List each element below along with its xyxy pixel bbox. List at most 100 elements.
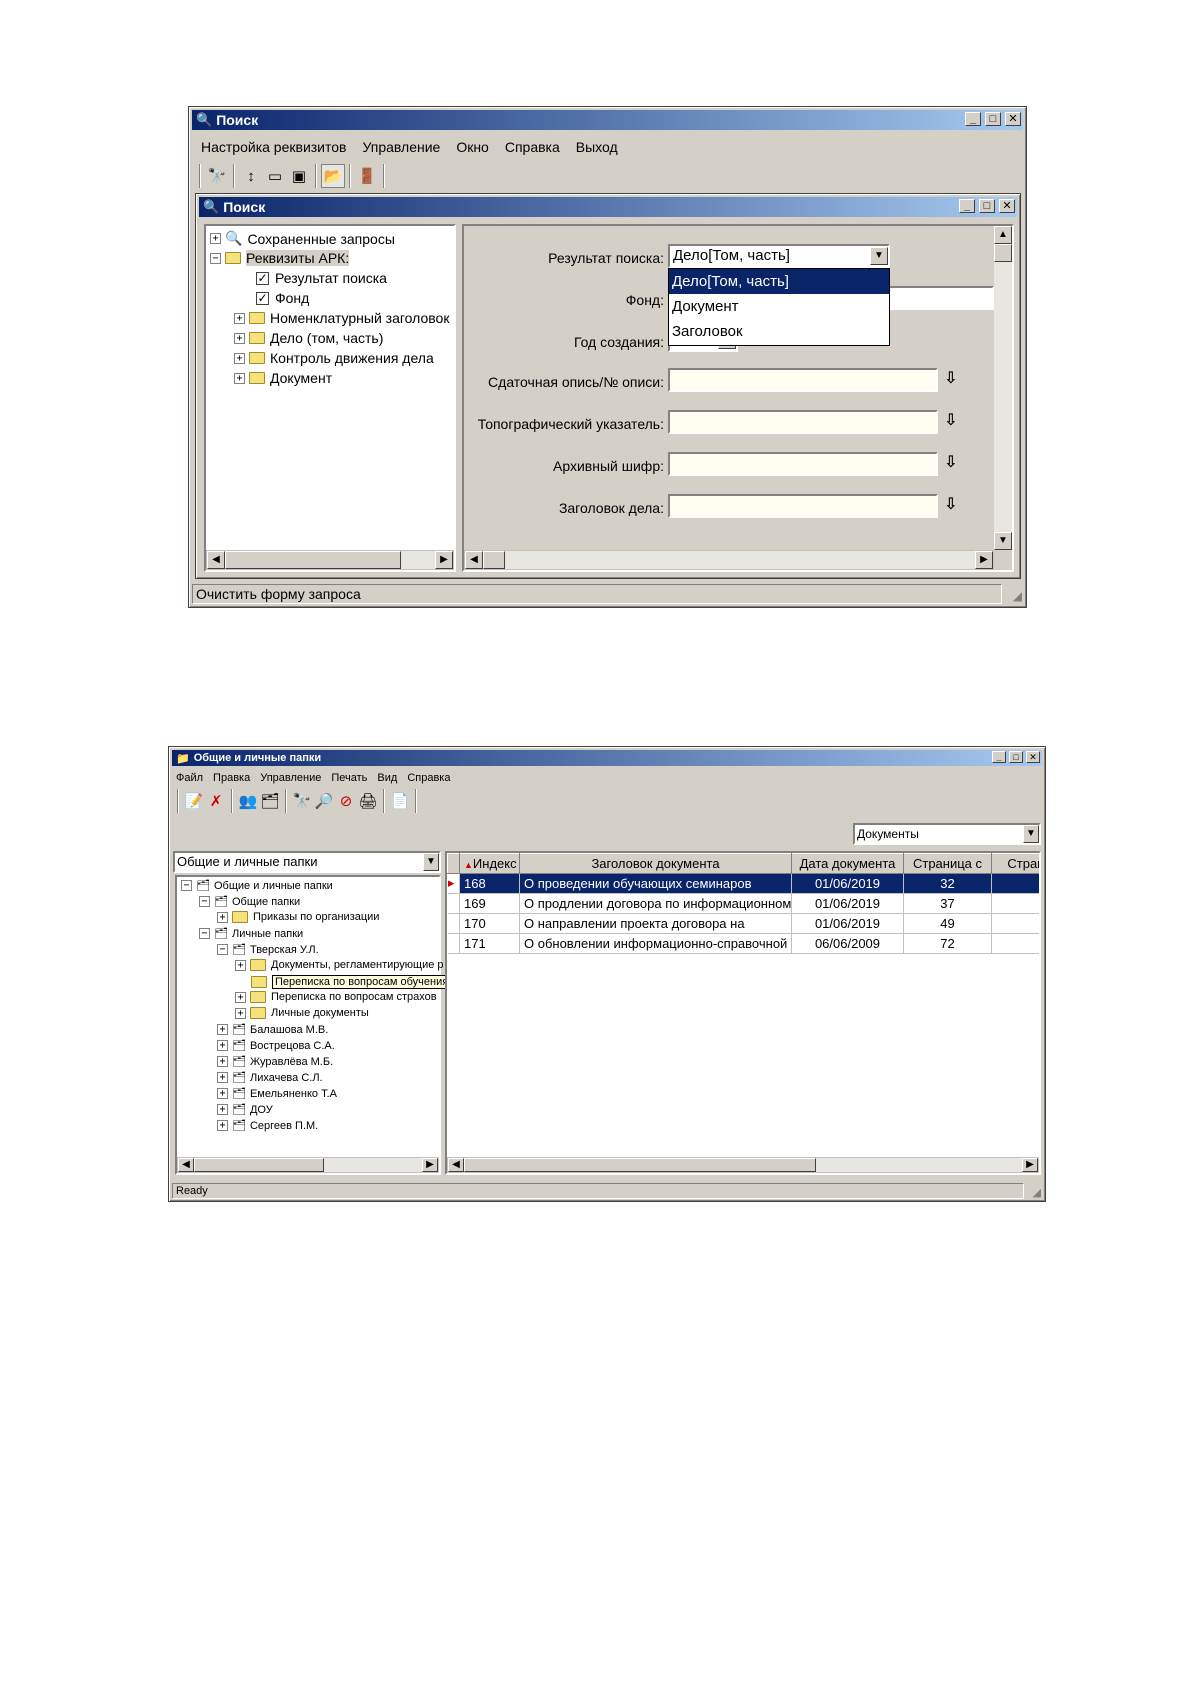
menu-file[interactable]: Файл <box>171 772 208 784</box>
tree-item[interactable]: + 🗂 Вострецова С.А. <box>217 1039 335 1052</box>
scroll-down-button[interactable]: ▼ <box>994 532 1012 550</box>
maximize-button[interactable]: □ <box>1009 751 1023 763</box>
collapse-icon[interactable]: − <box>199 896 210 907</box>
table-row[interactable]: 169 О продлении договора по информационн… <box>447 893 1039 914</box>
resize-grip-icon[interactable]: ◢ <box>1033 1186 1041 1199</box>
tree-item-document[interactable]: + Документ <box>234 370 332 386</box>
minimize-button[interactable]: _ <box>959 199 975 213</box>
arrow-down-icon[interactable]: ⇩ <box>944 452 957 472</box>
collapse-icon[interactable]: − <box>181 880 192 891</box>
tree-item[interactable]: + 🗂 Журавлёва М.Б. <box>217 1055 333 1068</box>
scroll-thumb[interactable] <box>464 1158 816 1172</box>
scroll-thumb[interactable] <box>994 244 1012 262</box>
menu-view[interactable]: Вид <box>372 772 402 784</box>
menu-edit[interactable]: Правка <box>208 772 255 784</box>
expand-icon[interactable]: + <box>217 1088 228 1099</box>
clear-form-icon[interactable]: ▭ <box>263 164 287 188</box>
minimize-button[interactable]: _ <box>965 112 981 126</box>
column-header-page-to[interactable]: Страни <box>991 853 1039 874</box>
scroll-left-button[interactable]: ◀ <box>207 551 225 569</box>
expand-icon[interactable]: + <box>217 1056 228 1067</box>
expand-icon[interactable]: + <box>235 1007 246 1019</box>
tree-item-nomenclature[interactable]: + Номенклатурный заголовок <box>234 310 449 326</box>
menu-print[interactable]: Печать <box>326 772 372 784</box>
dropdown-option[interactable]: Заголовок <box>669 319 889 344</box>
menu-help[interactable]: Справка <box>402 772 455 784</box>
dropdown-option[interactable]: Документ <box>669 294 889 319</box>
tree-item[interactable]: − 🗂 Личные папки <box>199 927 303 940</box>
maximize-button[interactable]: □ <box>979 199 995 213</box>
opis-field[interactable] <box>668 368 938 392</box>
folders-icon[interactable]: 🗂 <box>259 789 281 813</box>
users-icon[interactable]: 👥 <box>237 789 259 813</box>
column-header-index[interactable]: ▲Индекс <box>459 853 520 874</box>
menu-exit[interactable]: Выход <box>568 139 626 155</box>
tree-item-movement-control[interactable]: + Контроль движения дела <box>234 350 434 366</box>
tree-item[interactable]: − 🗂 Общие и личные папки <box>181 879 333 892</box>
shifr-field[interactable] <box>668 452 938 476</box>
documents-grid[interactable]: ▲Индекс Заголовок документа Дата докумен… <box>445 851 1041 1175</box>
scroll-right-button[interactable]: ▶ <box>422 1158 438 1172</box>
expand-icon[interactable]: + <box>234 312 245 324</box>
table-row[interactable]: 170 О направлении проекта договора на 01… <box>447 913 1039 934</box>
chevron-down-icon[interactable]: ▼ <box>1023 825 1039 843</box>
expand-icon[interactable]: + <box>210 233 221 244</box>
binoculars-icon[interactable]: 🔭 <box>291 789 313 813</box>
scroll-left-button[interactable]: ◀ <box>465 551 483 569</box>
checkbox-checked[interactable]: ✓ <box>256 291 269 305</box>
tree-item[interactable]: + 🗂 Лихачева С.Л. <box>217 1071 323 1084</box>
tree-item[interactable]: + Личные документы <box>235 1007 369 1019</box>
result-select[interactable]: Дело[Том, часть] ▼ <box>668 244 890 268</box>
split-icon[interactable]: ↕ <box>239 164 263 188</box>
result-dropdown-list[interactable]: Дело[Том, часть] Документ Заголовок <box>668 268 890 346</box>
menu-help[interactable]: Справка <box>497 139 568 155</box>
zag-field[interactable] <box>668 494 938 518</box>
edit-form-icon[interactable]: ▣ <box>287 164 311 188</box>
column-header-page-from[interactable]: Страница с <box>903 853 992 874</box>
expand-icon[interactable]: + <box>234 352 245 364</box>
tree-item[interactable]: − 🗂 Общие папки <box>199 895 300 908</box>
grid-h-scrollbar[interactable]: ◀ ▶ <box>447 1157 1039 1173</box>
expand-icon[interactable]: + <box>217 1120 228 1131</box>
edit-doc-icon[interactable]: 📝 <box>183 789 205 813</box>
tree-item[interactable]: + Приказы по организации <box>217 911 379 923</box>
topo-field[interactable] <box>668 410 938 434</box>
expand-icon[interactable]: + <box>235 959 246 971</box>
chevron-down-icon[interactable]: ▼ <box>423 853 439 871</box>
scroll-left-button[interactable]: ◀ <box>178 1158 194 1172</box>
column-header-title[interactable]: Заголовок документа <box>519 853 792 874</box>
tree-item-case[interactable]: + Дело (том, часть) <box>234 330 383 346</box>
table-row[interactable]: ▶ 168 О проведении обучающих семинаров 0… <box>447 873 1039 894</box>
scroll-thumb[interactable] <box>194 1158 324 1172</box>
collapse-icon[interactable]: − <box>217 944 228 955</box>
table-row[interactable]: 171 О обновлении информационно-справочно… <box>447 933 1039 954</box>
attributes-tree[interactable]: + 🔍 Сохраненные запросы − Реквизиты АРК:… <box>204 224 456 572</box>
scroll-up-button[interactable]: ▲ <box>994 226 1012 244</box>
search-window-titlebar[interactable]: 🔍 Поиск _ □ ✕ <box>192 110 1023 130</box>
chevron-down-icon[interactable]: ▼ <box>870 247 888 265</box>
tree-h-scrollbar[interactable]: ◀ ▶ <box>177 1157 439 1173</box>
menu-control[interactable]: Управление <box>354 139 448 155</box>
tree-item[interactable]: + 🗂 ДОУ <box>217 1103 273 1116</box>
close-button[interactable]: ✕ <box>1005 112 1021 126</box>
maximize-button[interactable]: □ <box>985 112 1001 126</box>
form-h-scrollbar[interactable]: ◀ ▶ <box>464 550 994 570</box>
menu-control[interactable]: Управление <box>255 772 326 784</box>
tree-item-search-result[interactable]: ✓ Результат поиска <box>256 270 387 286</box>
tree-item[interactable]: + 🗂 Емельяненко Т.А <box>217 1087 337 1100</box>
tree-item-ark-attributes[interactable]: − Реквизиты АРК: <box>210 250 350 266</box>
scroll-right-button[interactable]: ▶ <box>435 551 453 569</box>
tree-item[interactable]: + 🗂 Сергеев П.М. <box>217 1119 318 1132</box>
tree-item[interactable]: + Документы, регламентирующие р <box>235 959 444 971</box>
dropdown-option-selected[interactable]: Дело[Том, часть] <box>669 269 889 294</box>
report-icon[interactable]: 📄 <box>389 789 411 813</box>
doc-type-select[interactable]: Документы ▼ <box>853 823 1041 845</box>
filter-icon[interactable]: 🔎 <box>313 789 335 813</box>
scroll-left-button[interactable]: ◀ <box>448 1158 464 1172</box>
tree-item[interactable]: − 🗂 Тверская У.Л. <box>217 943 319 956</box>
menu-window[interactable]: Окно <box>448 139 497 155</box>
exit-door-icon[interactable]: 🚪 <box>355 164 379 188</box>
arrow-down-icon[interactable]: ⇩ <box>944 368 957 388</box>
inner-titlebar[interactable]: 🔍 Поиск _ □ ✕ <box>199 197 1017 217</box>
print-icon[interactable]: 🖨 <box>357 789 379 813</box>
